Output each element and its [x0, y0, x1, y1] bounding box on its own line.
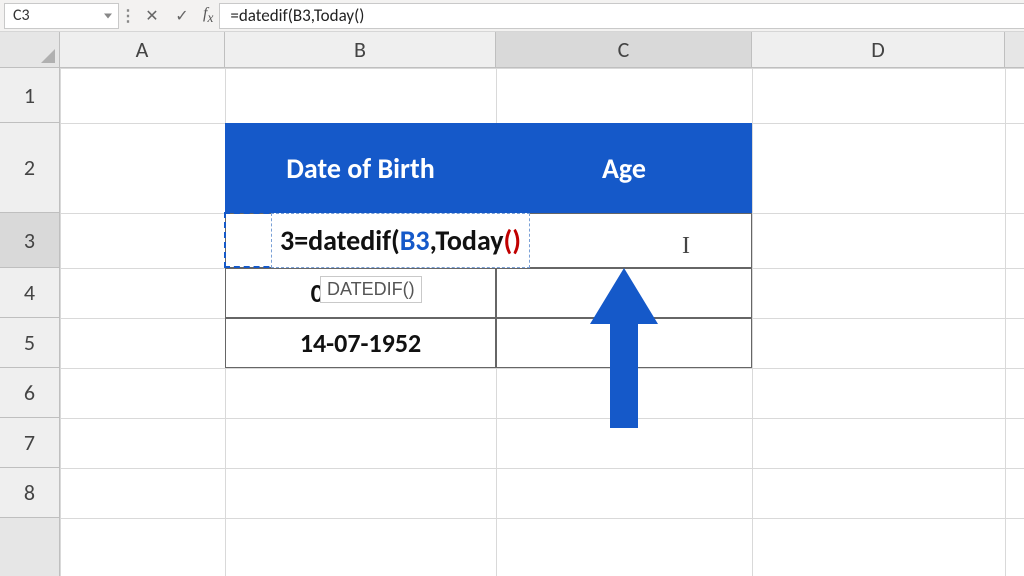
formula-text: =datedif(B3,Today()	[230, 5, 364, 26]
header-age[interactable]: Age	[496, 123, 752, 213]
formula-input[interactable]: =datedif(B3,Today()	[219, 3, 1024, 29]
header-date-of-birth[interactable]: Date of Birth	[225, 123, 496, 213]
spreadsheet-grid: ABCD 12345678 Date of BirthAge03 0114-07…	[0, 32, 1024, 576]
inline-formula-editor[interactable]: 3=datedif(B3,Today()	[271, 213, 530, 268]
column-header-c[interactable]: C	[496, 32, 752, 67]
cells-area[interactable]: Date of BirthAge03 0114-07-19523=datedif…	[60, 68, 1024, 576]
chevron-down-icon[interactable]	[104, 13, 112, 18]
separator: ⋮	[123, 3, 133, 29]
row-header-2[interactable]: 2	[0, 123, 59, 213]
column-header-b[interactable]: B	[225, 32, 496, 67]
fx-icon[interactable]: fx	[203, 5, 213, 26]
annotation-arrow-icon	[590, 268, 658, 428]
row-header-6[interactable]: 6	[0, 368, 59, 418]
column-headers: ABCD	[60, 32, 1024, 68]
column-header-d[interactable]: D	[752, 32, 1005, 67]
enter-button[interactable]: ✓	[167, 3, 197, 29]
formula-bar-container: C3 ⋮ ✕ ✓ fx =datedif(B3,Today()	[0, 0, 1024, 32]
row-header-4[interactable]: 4	[0, 268, 59, 318]
check-icon: ✓	[175, 6, 188, 26]
x-icon: ✕	[145, 6, 158, 26]
row-header-8[interactable]: 8	[0, 468, 59, 518]
row-header-3[interactable]: 3	[0, 213, 59, 268]
select-all-corner[interactable]	[0, 32, 60, 68]
name-box[interactable]: C3	[4, 3, 119, 29]
name-box-value: C3	[13, 6, 30, 25]
cell-c3[interactable]	[496, 213, 752, 268]
text-cursor-icon: I	[682, 233, 690, 260]
row-headers: 12345678	[0, 68, 60, 576]
row-header-1[interactable]: 1	[0, 68, 59, 123]
column-header-a[interactable]: A	[60, 32, 225, 67]
cancel-button[interactable]: ✕	[137, 3, 167, 29]
cell-b5[interactable]: 14-07-1952	[225, 318, 496, 368]
row-header-5[interactable]: 5	[0, 318, 59, 368]
function-tooltip: DATEDIF()	[320, 276, 422, 303]
formula-prefix-char: 3	[280, 223, 294, 258]
row-header-7[interactable]: 7	[0, 418, 59, 468]
